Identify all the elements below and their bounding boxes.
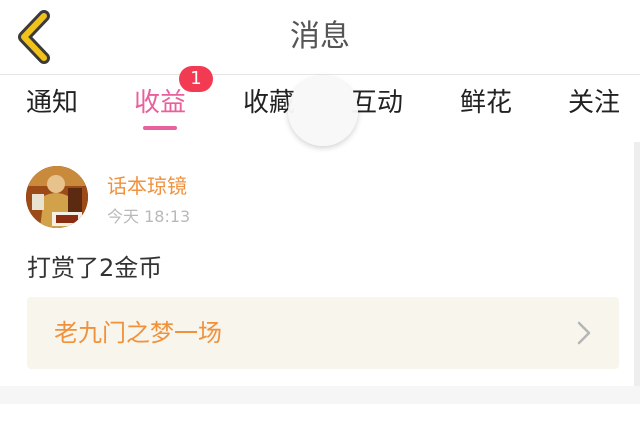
sender-name[interactable]: 话本琼镜 xyxy=(107,170,187,199)
avatar-image-icon xyxy=(26,166,88,228)
touch-indicator xyxy=(288,76,358,146)
tab-favorites[interactable]: 收藏 xyxy=(243,75,295,135)
tab-notice[interactable]: 通知 xyxy=(26,75,78,135)
tab-interactions[interactable]: 互动 xyxy=(351,75,403,135)
scrollbar[interactable] xyxy=(634,142,640,388)
work-link-card[interactable]: 老九门之梦一场 xyxy=(27,297,619,369)
avatar[interactable] xyxy=(26,166,88,228)
tab-following[interactable]: 关注 xyxy=(568,75,620,135)
section-divider xyxy=(0,386,640,404)
page-title: 消息 xyxy=(290,19,350,54)
message-text: 打赏了2金币 xyxy=(27,254,163,282)
active-tab-indicator xyxy=(143,126,177,130)
work-title: 老九门之梦一场 xyxy=(54,319,222,347)
message-time: 今天 18:13 xyxy=(107,207,191,226)
tab-flowers[interactable]: 鲜花 xyxy=(460,75,512,135)
top-bar: 消息 xyxy=(0,0,640,75)
earnings-badge: 1 xyxy=(179,66,213,92)
chevron-right-icon xyxy=(577,321,591,345)
